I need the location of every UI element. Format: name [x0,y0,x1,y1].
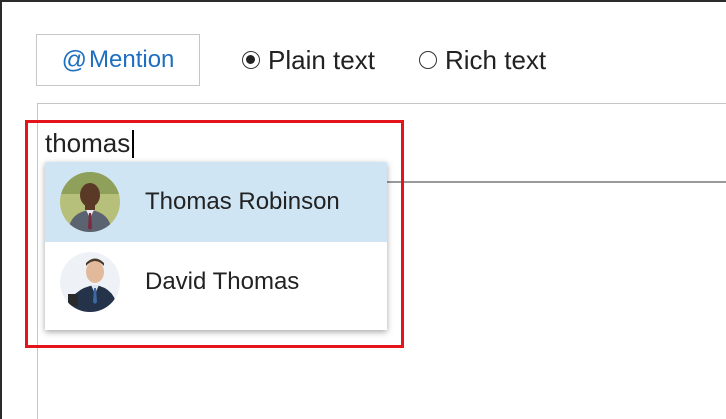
at-sign-icon: @ [61,45,87,74]
callout-highlight-frame [25,120,404,348]
radio-rich-text[interactable]: Rich text [419,40,546,80]
panel-border-left [0,0,2,419]
panel-border-top [0,0,726,2]
radio-button-checked-icon[interactable] [242,51,260,69]
mention-label: Mention [89,46,175,73]
radio-rich-text-label: Rich text [445,44,547,75]
compose-panel: @ Mention Plain text Rich text thomas Th… [0,0,726,419]
radio-button-unchecked-icon[interactable] [419,51,437,69]
radio-plain-text[interactable]: Plain text [242,40,375,80]
radio-plain-text-label: Plain text [268,44,375,75]
mention-button[interactable]: @ Mention [36,34,200,86]
editor-divider [386,181,726,183]
